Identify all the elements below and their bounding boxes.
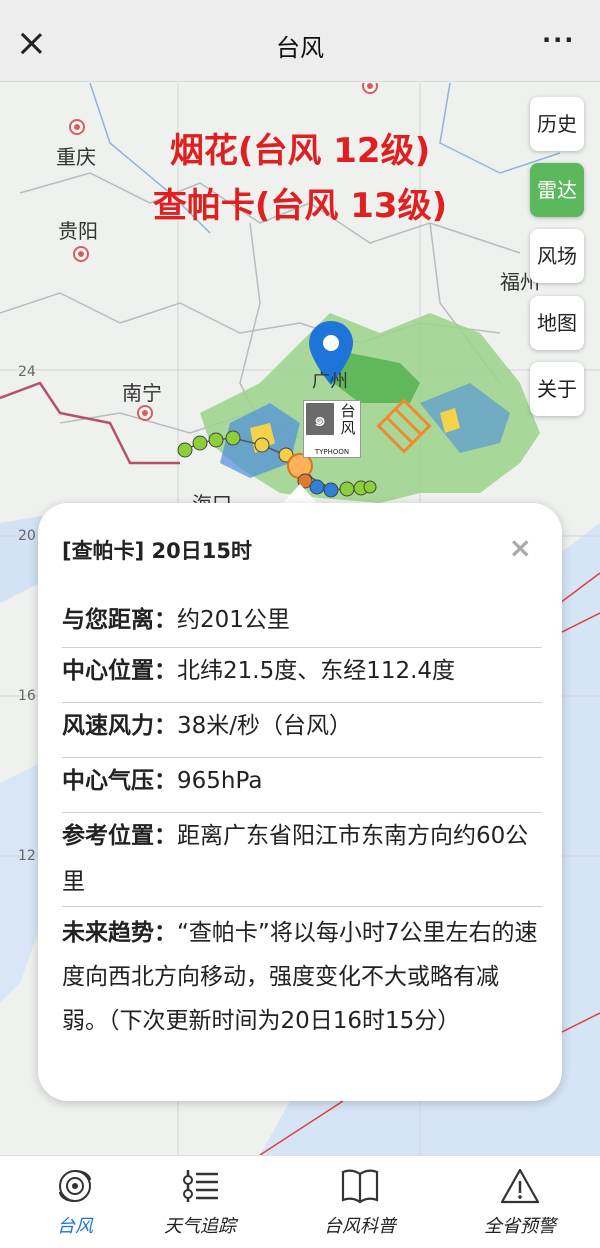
nav-province-warning[interactable]: 全省预警 — [445, 1156, 595, 1248]
radar-button[interactable]: 雷达 — [530, 163, 584, 217]
info-label: 风速风力： — [62, 713, 177, 739]
typhoon-marker-sub: TYPHOON — [314, 448, 350, 456]
nav-label: 台风科普 — [324, 1216, 396, 1237]
lat-label-20: 20 — [18, 528, 36, 544]
info-value: 约201公里 — [177, 607, 290, 633]
city-label-nanning: 南宁 — [122, 381, 162, 405]
popup-close-icon[interactable]: × — [509, 531, 532, 564]
info-label: 中心气压： — [62, 768, 177, 794]
header: 台风 ··· — [0, 0, 600, 82]
history-button[interactable]: 历史 — [530, 97, 584, 151]
info-row-center: 中心位置：北纬21.5度、东经112.4度 — [62, 647, 542, 694]
wind-field-button[interactable]: 风场 — [530, 229, 584, 283]
info-row-wind: 风速风力：38米/秒（台风） — [62, 702, 542, 749]
info-label: 中心位置： — [62, 658, 177, 684]
info-row-trend: 未来趋势：“查帕卡”将以每小时7公里左右的速度向西北方向移动，强度变化不大或略有… — [62, 906, 542, 1043]
popup-title: [查帕卡] 20日15时 — [62, 539, 252, 563]
nav-label: 天气追踪 — [164, 1216, 236, 1237]
typhoon-marker-label: 台风 — [340, 402, 356, 437]
info-row-reference: 参考位置：距离广东省阳江市东南方向约60公里 — [62, 812, 542, 905]
nav-typhoon-science[interactable]: 台风科普 — [285, 1156, 435, 1248]
city-label-guiyang: 贵阳 — [58, 219, 98, 243]
warning-icon — [500, 1168, 540, 1204]
lat-label-12: 12 — [18, 848, 36, 864]
info-value: 北纬21.5度、东经112.4度 — [177, 658, 456, 684]
info-label: 参考位置： — [62, 823, 177, 849]
info-row-distance: 与您距离：约201公里 — [62, 597, 542, 643]
nav-label: 全省预警 — [484, 1216, 556, 1237]
page-title: 台风 — [276, 34, 324, 62]
book-icon — [341, 1169, 379, 1204]
info-label: 未来趋势： — [62, 920, 177, 946]
lat-label-24: 24 — [18, 364, 36, 380]
lat-label-16: 16 — [18, 688, 36, 704]
nav-weather-track[interactable]: 天气追踪 — [125, 1156, 275, 1248]
weather-track-icon — [183, 1170, 218, 1202]
typhoon-marker-icon: ๑ — [306, 403, 334, 435]
popup-arrow — [282, 484, 318, 504]
info-label: 与您距离： — [62, 607, 177, 633]
info-row-pressure: 中心气压：965hPa — [62, 757, 542, 804]
info-value: 38米/秒（台风） — [177, 713, 353, 739]
map-button[interactable]: 地图 — [530, 296, 584, 350]
more-icon[interactable]: ··· — [542, 28, 576, 55]
city-label-chongqing: 重庆 — [56, 145, 96, 169]
typhoon-marker[interactable]: ๑ 台风 TYPHOON — [303, 400, 361, 458]
about-button[interactable]: 关于 — [530, 362, 584, 416]
bottom-nav: 台风 天气追踪 台风科普 全省预警 — [0, 1155, 600, 1248]
typhoon-icon — [59, 1170, 91, 1202]
typhoon-info-popup: [查帕卡] 20日15时 × 与您距离：约201公里 中心位置：北纬21.5度、… — [38, 503, 562, 1101]
city-label-guangzhou: 广州 — [312, 371, 348, 392]
info-value: 965hPa — [177, 768, 263, 794]
